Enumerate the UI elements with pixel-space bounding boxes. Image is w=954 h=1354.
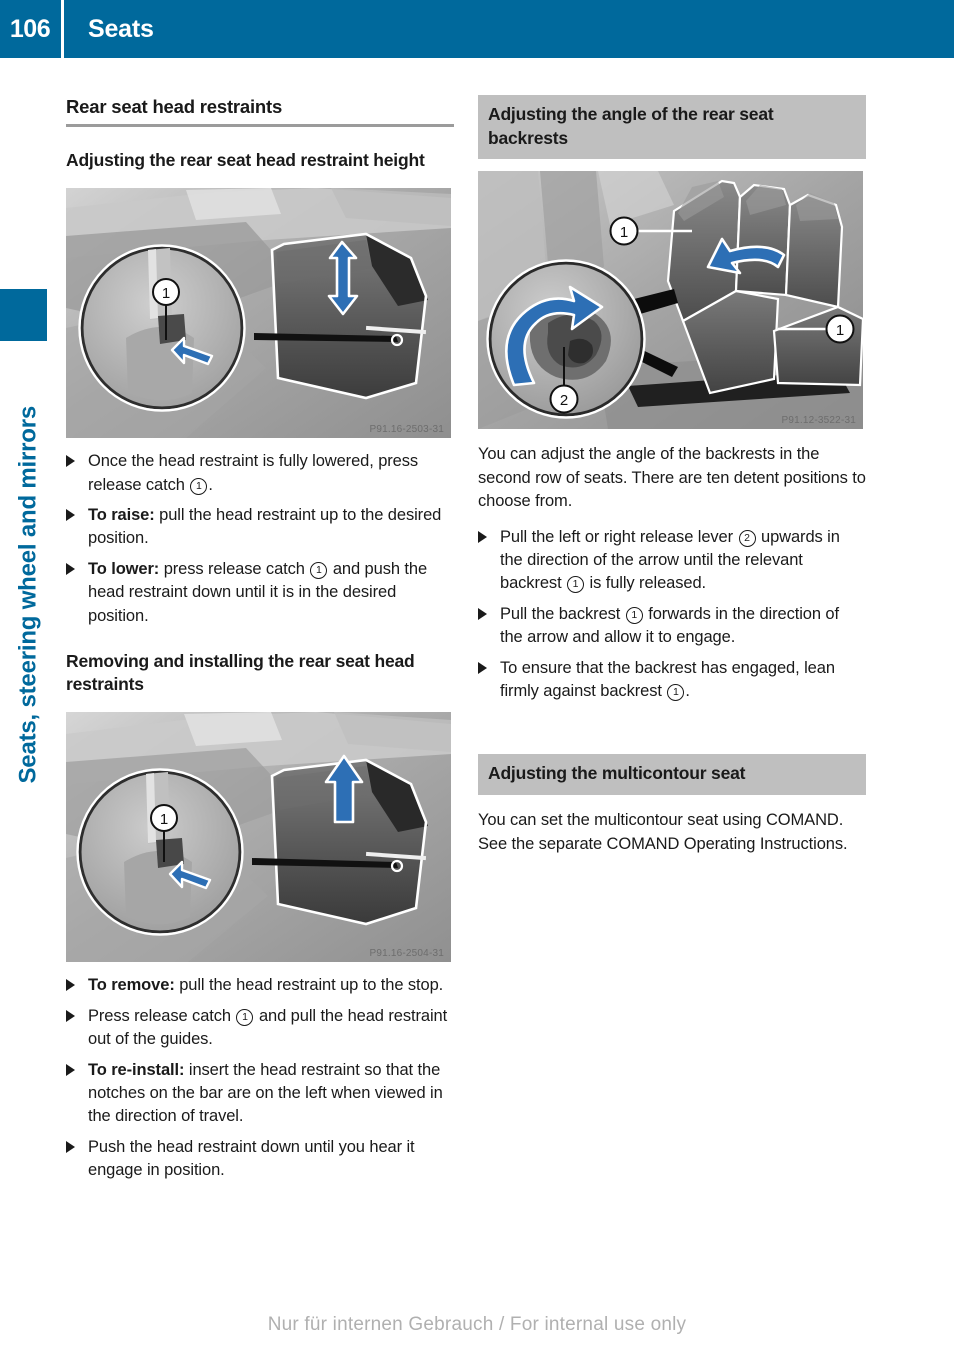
- step-item: Press release catch 1 and pull the head …: [66, 1005, 454, 1052]
- figure-1-code: P91.16-2503-31: [369, 424, 444, 436]
- figure-rear-seat-backrests: 1 1 2 P91.12-3522-31: [478, 171, 863, 430]
- step-item: Pull the left or right release lever 2 u…: [478, 526, 866, 596]
- bullet-arrow-icon: [66, 1009, 75, 1022]
- callout-number-1: 1: [236, 1008, 254, 1026]
- step-lead: To lower:: [88, 559, 160, 578]
- subsection-title-adjusting-height: Adjusting the rear seat head restraint h…: [66, 150, 425, 171]
- body-paragraph-multicontour-seat: You can set the multicontour seat using …: [478, 811, 848, 853]
- page-title: Seats: [88, 14, 154, 43]
- svg-text:1: 1: [162, 285, 170, 302]
- bullet-arrow-icon: [66, 979, 75, 992]
- figure-3-artwork: 1 1 2: [478, 171, 863, 430]
- figure-3-code: P91.12-3522-31: [781, 415, 856, 427]
- svg-text:1: 1: [160, 811, 168, 828]
- step-item: Pull the backrest 1 forwards in the dire…: [478, 603, 866, 650]
- callout-number-1: 1: [667, 684, 685, 702]
- figure-head-restraint-height: 1 P91.16-2503-31: [66, 188, 451, 439]
- right-column: Adjusting the angle of the rear seat bac…: [478, 95, 866, 856]
- steps-list-backrest-angle: Pull the left or right release lever 2 u…: [478, 526, 866, 704]
- bullet-arrow-icon: [66, 1063, 75, 1076]
- left-column: Rear seat head restraints Adjusting the …: [66, 95, 454, 1190]
- bullet-arrow-icon: [478, 661, 487, 674]
- step-item: Once the head restraint is fully lowered…: [66, 450, 454, 497]
- step-lead: To raise:: [88, 506, 155, 525]
- steps-list-adjust-height: Once the head restraint is fully lowered…: [66, 450, 454, 628]
- bullet-arrow-icon: [478, 530, 487, 543]
- bullet-arrow-icon: [66, 509, 75, 522]
- bullet-arrow-icon: [66, 455, 75, 468]
- callout-number-1: 1: [567, 576, 585, 594]
- bullet-arrow-icon: [66, 562, 75, 575]
- chapter-tab-label: Seats, steering wheel and mirrors: [14, 405, 41, 784]
- callout-number-1: 1: [310, 561, 328, 579]
- banner-title-multicontour-seat: Adjusting the multicontour seat: [478, 754, 866, 796]
- figure-2-artwork: 1: [66, 712, 451, 963]
- step-item: To ensure that the backrest has engaged,…: [478, 657, 866, 704]
- callout-number-1: 1: [625, 606, 643, 624]
- banner-title-backrest-angle: Adjusting the angle of the rear seat bac…: [478, 95, 866, 160]
- step-item: To remove: pull the head restraint up to…: [66, 974, 454, 997]
- figure-2-code: P91.16-2504-31: [369, 948, 444, 960]
- step-lead: To remove:: [88, 976, 175, 995]
- page-number: 106: [9, 14, 51, 43]
- step-item: To raise: pull the head restraint up to …: [66, 504, 454, 551]
- step-lead: To re-install:: [88, 1060, 185, 1079]
- bullet-arrow-icon: [478, 607, 487, 620]
- subsection-title-removing-installing: Removing and installing the rear seat he…: [66, 651, 415, 695]
- bullet-arrow-icon: [66, 1140, 75, 1153]
- step-item: Push the head restraint down until you h…: [66, 1136, 454, 1183]
- intro-paragraph-backrest-angle: You can adjust the angle of the backrest…: [478, 445, 866, 511]
- section-title-rear-seat-head-restraints: Rear seat head restraints: [66, 95, 454, 128]
- callout-number-2: 2: [738, 529, 756, 547]
- step-item: To re-install: insert the head restraint…: [66, 1059, 454, 1129]
- svg-text:2: 2: [560, 392, 568, 409]
- page-header-bar: 106 Seats: [0, 0, 954, 58]
- svg-text:1: 1: [836, 322, 844, 339]
- figure-1-artwork: 1: [66, 188, 451, 439]
- figure-head-restraint-removal: 1 P91.16-2504-31: [66, 712, 451, 963]
- header-divider: [61, 0, 64, 58]
- svg-text:1: 1: [620, 224, 628, 241]
- step-item: To lower: press release catch 1 and push…: [66, 558, 454, 628]
- callout-number-1: 1: [190, 477, 208, 495]
- footer-internal-use-note: Nur für internen Gebrauch / For internal…: [267, 1314, 687, 1335]
- steps-list-remove-install: To remove: pull the head restraint up to…: [66, 974, 454, 1182]
